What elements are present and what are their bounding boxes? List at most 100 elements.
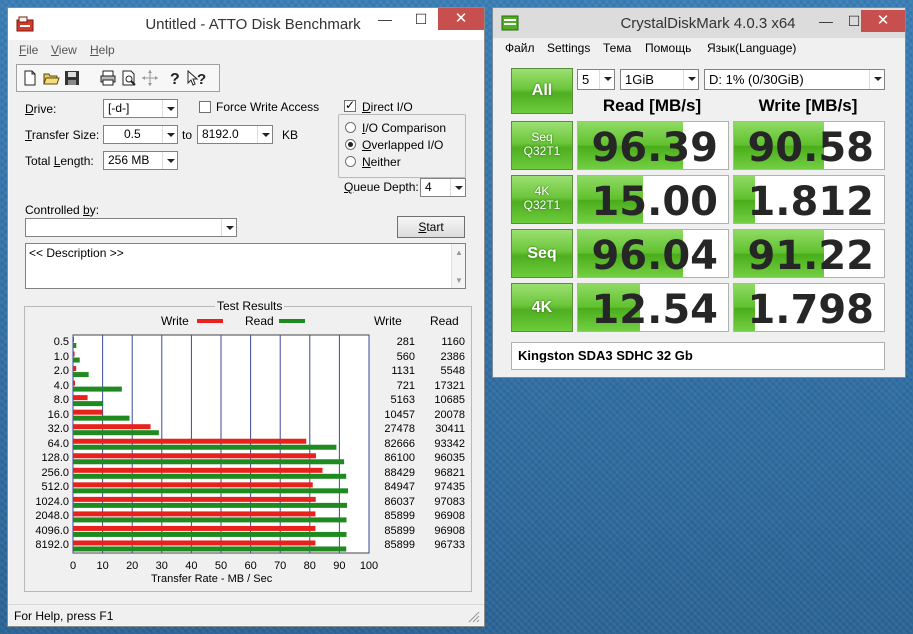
test-size-select[interactable]: 1GiB [620,69,699,90]
chevron-down-icon [683,70,698,89]
start-button[interactable]: Start [397,216,465,238]
overlapped-io-radio[interactable] [345,139,356,150]
move-icon[interactable] [140,68,160,88]
test-count-select[interactable]: 5 [577,69,615,90]
all-button[interactable]: All [511,68,573,114]
4k-q32t1-label-1: 4K [534,184,550,198]
seq-button[interactable]: Seq [511,229,573,278]
cdm-close-button[interactable]: ✕ [861,10,905,32]
read-value: 10685 [434,394,465,407]
new-icon[interactable] [20,68,40,88]
io-comparison-radio[interactable] [345,122,356,133]
transfer-size-label: Transfer Size: [25,128,100,142]
atto-statusbar: For Help, press F1 [8,604,484,626]
scroll-down-icon: ▼ [455,276,463,285]
atto-app-icon [16,16,34,32]
cdm-menu-settings[interactable]: Settings [547,41,590,55]
queue-depth-select[interactable]: 4 [420,178,466,197]
cdm-menu-file[interactable]: Файл [505,41,535,55]
cdm-menu-theme[interactable]: Тема [603,41,631,55]
atto-window-title: Untitled - ATTO Disk Benchmark [145,16,361,33]
transfer-size-row-label: 2048.0 [35,510,69,523]
x-tick-label: 0 [69,560,77,572]
save-icon[interactable] [62,68,82,88]
print-icon[interactable] [98,68,118,88]
cdm-menu-help[interactable]: Помощь [645,41,691,55]
x-tick-label: 80 [303,560,316,572]
read-value: 96821 [434,466,465,479]
cdm-minimize-button[interactable]: — [811,10,841,32]
seq-read-value: 96.04 [577,229,729,278]
transfer-size-from-select[interactable]: 0.5 [103,125,178,144]
chevron-down-icon [162,152,177,169]
atto-titlebar[interactable]: Untitled - ATTO Disk Benchmark — ☐ ✕ [8,8,484,40]
resize-grip-icon[interactable] [468,611,480,623]
read-value: 1160 [441,336,465,348]
atto-maximize-button[interactable]: ☐ [404,8,438,30]
queue-depth-value: 4 [425,180,432,194]
open-icon[interactable] [41,68,61,88]
atto-minimize-button[interactable]: — [368,8,402,30]
read-value: 96908 [434,510,465,523]
neither-radio[interactable] [345,156,356,167]
atto-close-button[interactable]: ✕ [438,8,484,30]
4k-write-text: 1.798 [747,287,874,332]
total-length-select[interactable]: 256 MB [103,151,178,170]
menu-file[interactable]: File [19,43,38,57]
test-size-value: 1GiB [625,72,654,87]
x-tick-label: 30 [155,560,168,572]
cdm-menubar: Файл Settings Тема Помощь Язык(Language) [493,38,905,60]
controlled-by-select[interactable] [25,218,237,237]
drive-select[interactable]: [-d-] [103,99,178,118]
menu-view[interactable]: View [51,43,77,57]
seq-q32t1-write-value: 90.58 [733,121,885,170]
description-scrollbar[interactable]: ▲ ▼ [451,244,465,288]
io-comparison-label: I/O Comparison [362,121,447,135]
4k-q32t1-write-text: 1.812 [747,179,874,224]
transfer-size-from-value: 0.5 [124,127,141,141]
cdm-menu-language[interactable]: Язык(Language) [707,41,796,55]
svg-text:?: ? [170,71,180,87]
x-axis-label: Transfer Rate - MB / Sec [151,573,273,585]
4k-q32t1-read-text: 15.00 [591,179,718,224]
atto-menubar: File View Help [8,40,484,62]
transfer-size-to-select[interactable]: 8192.0 [197,125,273,144]
queue-depth-label: Queue Depth: [344,180,419,194]
test-drive-select[interactable]: D: 1% (0/30GiB) [704,69,885,90]
read-value: 97083 [434,495,465,508]
read-value: 96733 [434,539,465,552]
drive-select-value: [-d-] [108,101,130,115]
overlapped-io-label: Overlapped I/O [362,138,444,152]
write-value: 5163 [390,394,415,407]
atto-window: Untitled - ATTO Disk Benchmark — ☐ ✕ Fil… [7,7,485,627]
description-textarea[interactable]: << Description >> ▲ ▼ [25,243,466,289]
seq-write-value: 91.22 [733,229,885,278]
cdm-titlebar[interactable]: CrystalDiskMark 4.0.3 x64 — ☐ ✕ [493,8,905,38]
comment-field[interactable]: Kingston SDA3 SDHC 32 Gb [511,342,885,370]
chevron-down-icon [221,219,236,236]
cdm-app-icon [501,15,519,34]
scroll-up-icon: ▲ [455,248,463,257]
x-tick-label: 50 [214,560,228,572]
4k-q32t1-button[interactable]: 4K Q32T1 [511,175,573,224]
print-preview-icon[interactable] [119,68,139,88]
menu-help[interactable]: Help [90,43,115,57]
write-value: 85899 [384,510,415,523]
direct-io-checkbox[interactable] [344,98,356,112]
x-tick-label: 60 [244,560,257,572]
read-value: 93342 [434,437,465,450]
seq-q32t1-button[interactable]: Seq Q32T1 [511,121,573,170]
write-value: 560 [396,350,415,363]
force-write-checkbox[interactable] [199,101,211,113]
4k-q32t1-write-value: 1.812 [733,175,885,224]
write-value: 85899 [384,524,415,537]
transfer-size-row-label: 0.5 [53,336,69,348]
context-help-icon[interactable]: ? [185,68,206,88]
write-value: 84947 [384,481,415,494]
4k-button[interactable]: 4K [511,283,573,332]
crystaldiskmark-window: CrystalDiskMark 4.0.3 x64 — ☐ ✕ Файл Set… [492,7,906,378]
write-header: Write [MB/s] [758,96,858,115]
seq-q32t1-label-2: Q32T1 [523,144,561,158]
transfer-size-row-label: 8.0 [53,394,69,407]
help-icon[interactable]: ? [164,68,184,88]
